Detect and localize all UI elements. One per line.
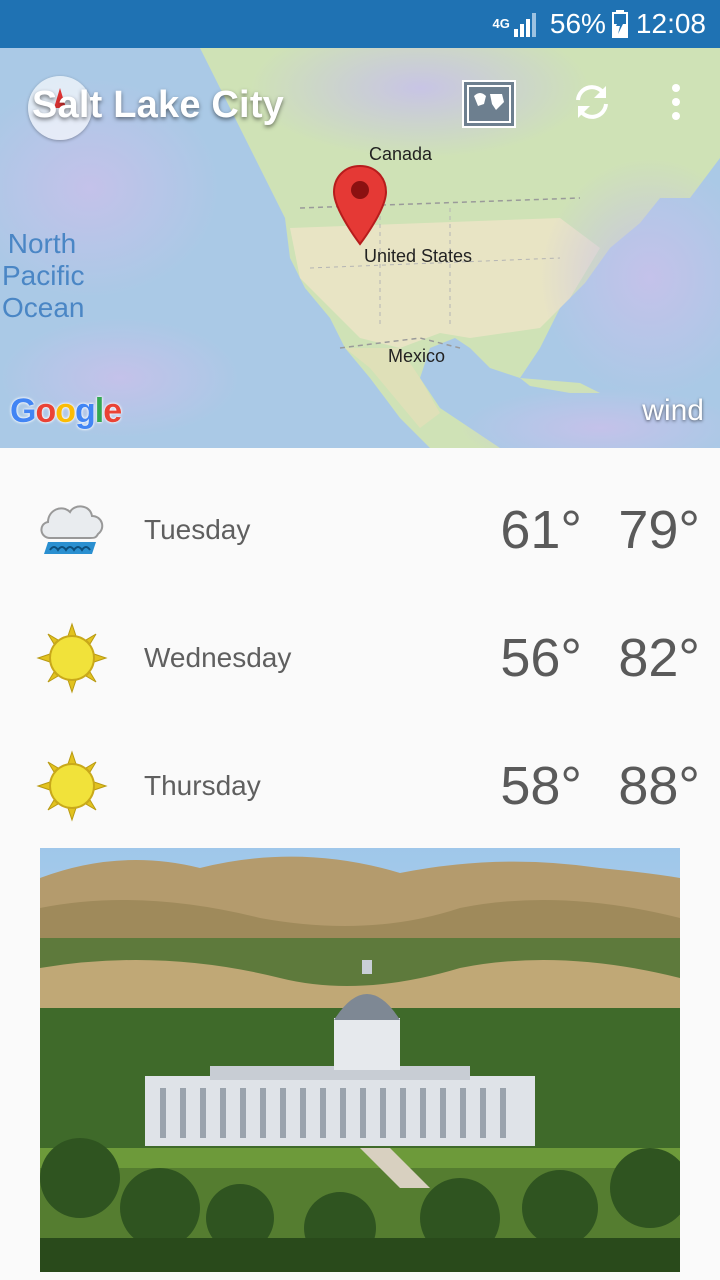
forecast-high: 82° bbox=[618, 628, 700, 688]
forecast-day: Tuesday bbox=[144, 514, 251, 545]
map-label-united-states: United States bbox=[364, 246, 473, 266]
city-photo bbox=[40, 848, 680, 1272]
rain-cloud-icon bbox=[40, 505, 104, 554]
forecast-high: 88° bbox=[618, 756, 700, 816]
forecast-low: 61° bbox=[500, 500, 582, 560]
clock: 12:08 bbox=[635, 8, 706, 39]
forecast-day: Wednesday bbox=[144, 642, 292, 673]
forecast-low: 58° bbox=[500, 756, 582, 816]
more-options-icon[interactable] bbox=[660, 78, 692, 126]
city-title: Salt Lake City bbox=[32, 84, 285, 126]
forecast-row-wednesday[interactable]: Wednesday 56° 82° bbox=[0, 594, 720, 722]
network-type: 4G bbox=[492, 16, 510, 31]
sun-icon bbox=[36, 750, 108, 822]
google-attribution: Google bbox=[10, 392, 122, 431]
weather-map[interactable]: Salt Lake City Canada United States Mexi… bbox=[0, 48, 720, 448]
forecast-day: Thursday bbox=[144, 770, 261, 801]
signal-icon bbox=[513, 13, 536, 37]
map-label-mexico: Mexico bbox=[388, 346, 446, 366]
forecast-low: 56° bbox=[500, 628, 582, 688]
sun-icon bbox=[36, 622, 108, 694]
forecast-list: Tuesday 61° 79° Wednesday 56° 82° Thursd… bbox=[0, 466, 720, 850]
refresh-icon[interactable] bbox=[568, 78, 616, 126]
map-label-ocean: North Pacific Ocean bbox=[2, 228, 85, 323]
location-pin-icon[interactable] bbox=[332, 164, 388, 246]
forecast-row-tuesday[interactable]: Tuesday 61° 79° bbox=[0, 466, 720, 594]
map-layer-label: wind bbox=[642, 394, 704, 427]
forecast-row-thursday[interactable]: Thursday 58° 88° bbox=[0, 722, 720, 850]
status-bar: 4G 56% 12:08 bbox=[0, 0, 720, 48]
battery-percent: 56% bbox=[549, 8, 606, 39]
battery-charging-icon bbox=[611, 10, 628, 38]
forecast-high: 79° bbox=[618, 500, 700, 560]
map-layer-button[interactable] bbox=[462, 80, 516, 128]
map-label-canada: Canada bbox=[369, 144, 433, 164]
google-logo: Google bbox=[10, 392, 122, 430]
